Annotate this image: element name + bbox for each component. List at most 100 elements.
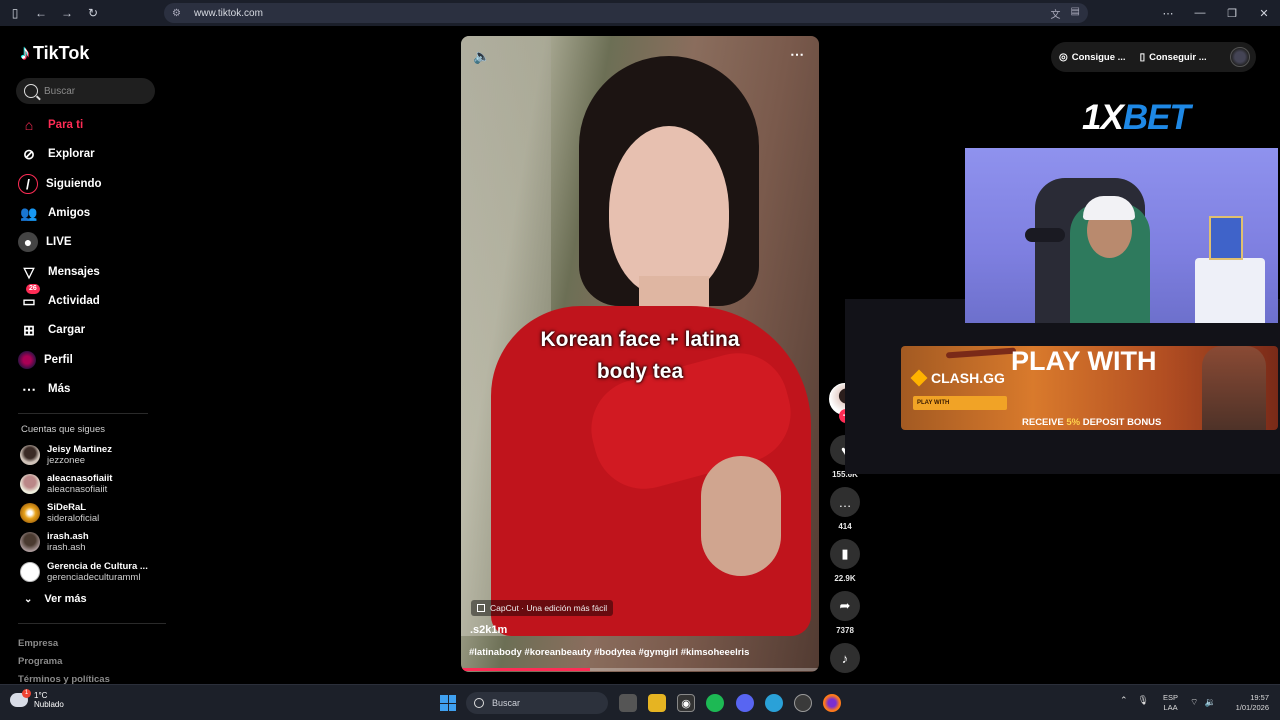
video-author[interactable]: .s2k1m [470, 624, 507, 636]
soldier-graphic [1202, 346, 1266, 430]
nav-label: Para ti [48, 119, 84, 131]
restore-icon[interactable]: ❐ [1216, 0, 1248, 26]
nav-item-activity[interactable]: ▭ 26 Actividad [18, 284, 100, 313]
video-player[interactable]: 🔈 ⋯ Korean face + latina body tea CapCut… [461, 36, 819, 672]
clash-receive-text: RECEIVE 5% DEPOSIT BONUS [1022, 417, 1161, 428]
more-icon[interactable]: ⋯ [1152, 0, 1184, 26]
search-placeholder: Buscar [44, 85, 76, 97]
weather-badge: 1 [22, 689, 31, 698]
knife-graphic [945, 347, 1017, 359]
file-explorer-icon[interactable] [648, 694, 666, 712]
clock-time: 19:57 [1250, 693, 1269, 702]
following-name: aleacnasofiaiit [47, 473, 113, 484]
share-icon: ➦ [830, 591, 860, 621]
phone-icon: ▯ [1139, 51, 1146, 63]
wifi-icon[interactable]: ⌔ [1190, 697, 1198, 708]
minimize-icon[interactable]: — [1184, 0, 1216, 26]
steam-icon[interactable] [794, 694, 812, 712]
clock[interactable]: 19:57 1/01/2026 [1225, 693, 1269, 713]
task-view-icon[interactable] [619, 694, 637, 712]
volume-icon[interactable]: 🔉 [1204, 697, 1215, 708]
language-indicator[interactable]: ESP LAA [1163, 693, 1178, 713]
nav-item-friends[interactable]: 👥 Amigos [18, 201, 90, 225]
nav-item-upload[interactable]: ⊞ Cargar [18, 318, 85, 342]
clash-logo: CLASH.GG [910, 369, 1005, 387]
following-item[interactable]: Gerencia de Cultura ... gerenciadecultura… [20, 560, 148, 584]
caption-line: body tea [596, 360, 684, 383]
clock-date: 1/01/2026 [1235, 703, 1269, 712]
nav-item-profile[interactable]: Perfil [18, 348, 73, 372]
following-item[interactable]: Jeisy Martinez jezzonee [20, 443, 112, 467]
messages-icon: ▽ [23, 263, 35, 280]
start-button[interactable] [440, 695, 456, 711]
lang-code: ESP [1163, 693, 1179, 702]
nav-item-more[interactable]: ⋯ Más [18, 377, 70, 401]
following-item[interactable]: aleacnasofiaiit aleacnasofiaiit [20, 472, 112, 496]
tiktok-logo[interactable]: ♪ TikTok [20, 42, 89, 65]
forward-icon[interactable]: → [56, 2, 78, 24]
weather-temp: 1°C [34, 691, 48, 700]
get-coins-label: Consigue ... [1071, 51, 1126, 63]
firefox-icon[interactable] [823, 694, 841, 712]
following-item[interactable]: SiDeRaL sideraloficial [20, 501, 99, 525]
sidebar-icon[interactable]: ▯ [4, 2, 26, 24]
address-bar[interactable]: ⚙ www.tiktok.com 文 ▤ [164, 3, 1088, 23]
more-icon: ⋯ [22, 380, 36, 397]
obs-icon[interactable]: ◉ [677, 694, 695, 712]
windows-taskbar: 1 1°C Nublado Buscar ◉ ⌃ 🎙 ESP LAA ⌔ 🔉 1… [0, 684, 1280, 720]
video-progress-bar[interactable] [461, 668, 819, 671]
capcut-tag[interactable]: CapCut · Una edición más fácil [471, 600, 614, 616]
reader-icon[interactable]: ▤ [1071, 6, 1080, 21]
discord-icon[interactable] [736, 694, 754, 712]
taskbar-search[interactable]: Buscar [466, 692, 608, 714]
save-button[interactable]: ▮ 22.9K [829, 539, 861, 583]
microphone-icon[interactable]: 🎙 [1138, 695, 1149, 706]
get-app-button[interactable]: ▯ Conseguir ... [1140, 52, 1207, 63]
video-more-icon[interactable]: ⋯ [790, 46, 805, 63]
footer-link[interactable]: Programa [18, 656, 62, 667]
video-progress-fill [461, 668, 590, 671]
telegram-icon[interactable] [765, 694, 783, 712]
nav-item-messages[interactable]: ▽ Mensajes [18, 260, 100, 284]
webcam-cap [1083, 196, 1135, 220]
share-button[interactable]: ➦ 7378 [829, 591, 861, 635]
volume-icon[interactable]: 🔈 [473, 48, 490, 65]
nav-label: Perfil [44, 354, 73, 366]
nav-item-following[interactable]: / Siguiendo [18, 172, 102, 196]
see-more-button[interactable]: ⌄ Ver más [24, 593, 87, 605]
close-icon[interactable]: ✕ [1248, 0, 1280, 26]
footer-link[interactable]: Empresa [18, 638, 58, 649]
cloud-icon: 1 [10, 689, 31, 707]
search-input[interactable]: Buscar [16, 78, 155, 104]
webcam-overlay [965, 148, 1278, 323]
following-item[interactable]: irash.ash irash.ash [20, 530, 89, 554]
chevron-up-icon[interactable]: ⌃ [1120, 695, 1128, 706]
search-icon [474, 698, 484, 708]
nav-item-live[interactable]: ● LIVE [18, 230, 72, 254]
tiktok-note-icon: ♪ [20, 42, 30, 64]
caption-line: Korean face + latina [540, 328, 740, 351]
nav-item-for-you[interactable]: ⌂ Para ti [18, 113, 83, 137]
nav-label: Cargar [48, 324, 86, 336]
coin-icon: ◎ [1059, 51, 1068, 63]
comment-count: 414 [838, 522, 852, 531]
video-hashtags[interactable]: #latinabody #koreanbeauty #bodytea #gymg… [469, 647, 749, 658]
clash-diamond-icon [910, 369, 928, 387]
nav-label: Amigos [48, 207, 91, 219]
site-info-icon[interactable]: ⚙ [172, 8, 186, 19]
music-disc[interactable]: ♪ [829, 643, 861, 673]
nav-item-explore[interactable]: ⊘ Explorar [18, 142, 95, 166]
translate-icon[interactable]: 文 [1051, 6, 1061, 21]
weather-widget[interactable]: 1 1°C Nublado [10, 689, 64, 709]
taskbar-search-placeholder: Buscar [492, 698, 521, 708]
nav-label: Actividad [48, 295, 100, 307]
get-coins-button[interactable]: ◎ Consigue ... [1059, 52, 1126, 63]
back-icon[interactable]: ← [30, 2, 52, 24]
spotify-icon[interactable] [706, 694, 724, 712]
nav-label: Siguiendo [46, 178, 102, 190]
comment-button[interactable]: … 414 [829, 487, 861, 531]
profile-avatar[interactable] [1230, 47, 1250, 67]
avatar [20, 445, 40, 465]
sidebar: ♪ TikTok Buscar ⌂ Para ti ⊘ Explorar / S… [0, 26, 168, 685]
reload-icon[interactable]: ↻ [82, 2, 104, 24]
